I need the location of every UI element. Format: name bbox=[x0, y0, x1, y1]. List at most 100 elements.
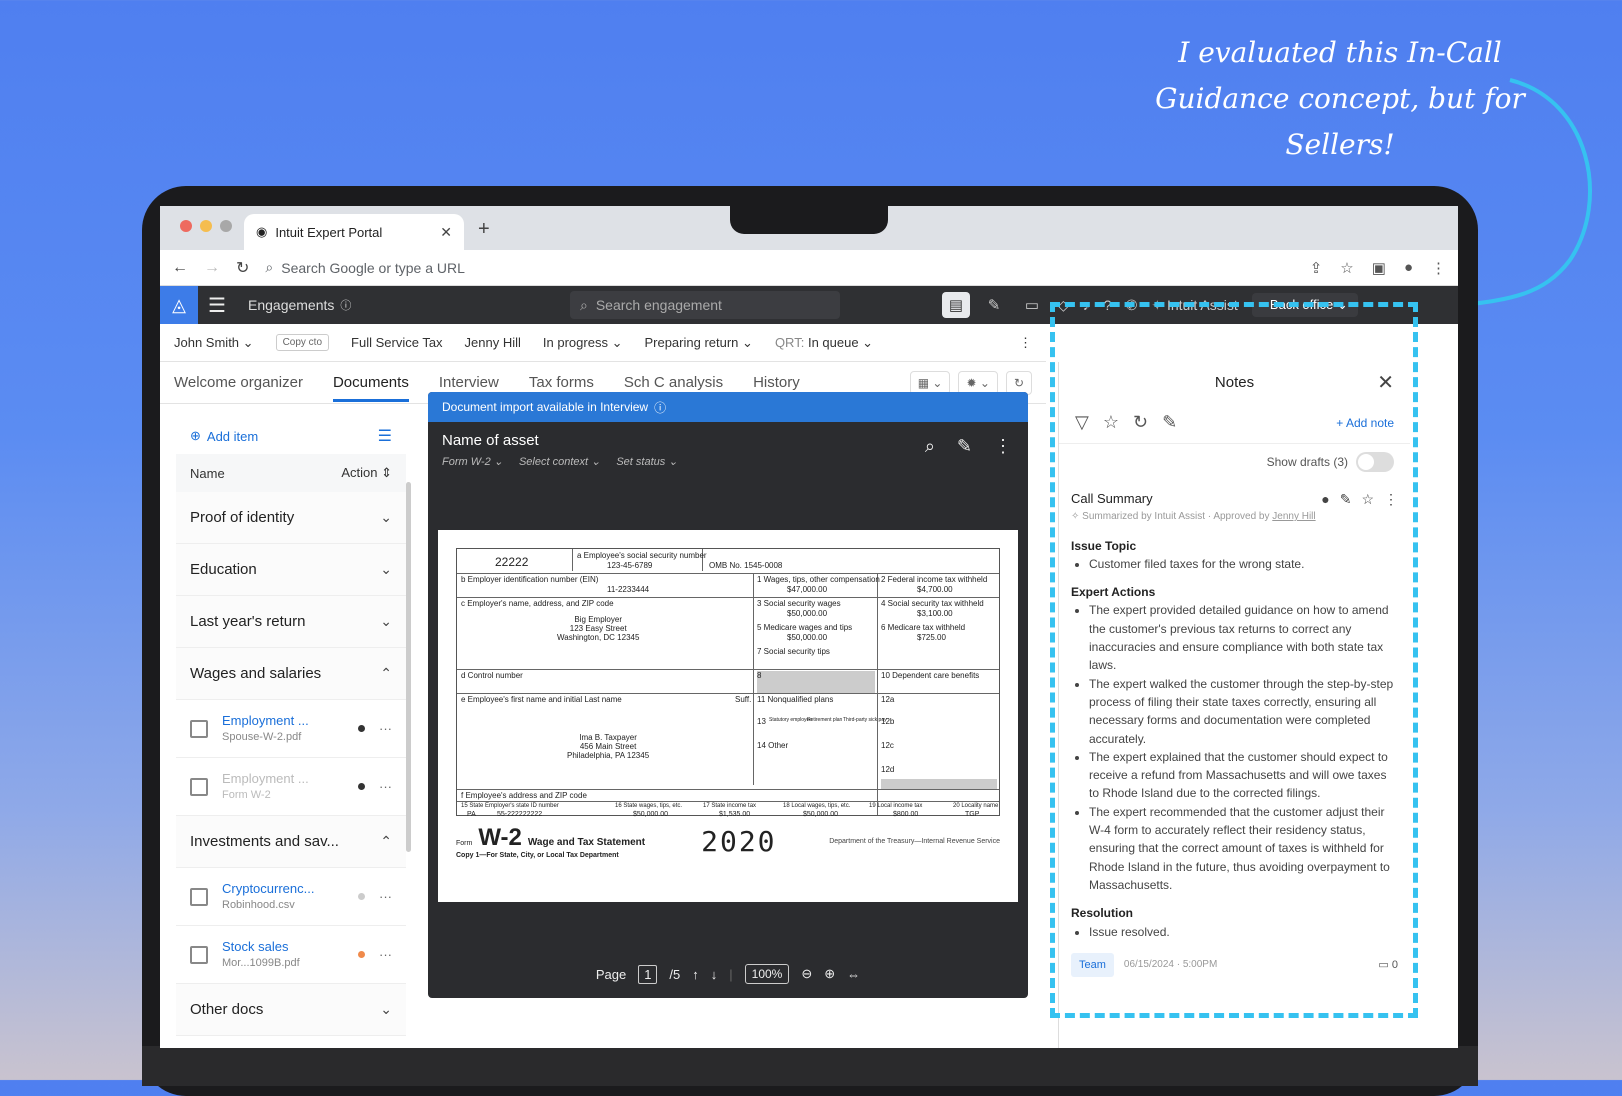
item-title[interactable]: Cryptocurrenc... bbox=[222, 880, 344, 897]
help-icon[interactable]: ⓘ bbox=[654, 399, 666, 416]
grid-view-icon[interactable]: ▦ ⌄ bbox=[909, 370, 951, 395]
search-icon[interactable]: ⌕ bbox=[925, 436, 935, 457]
section-proof-of-identity[interactable]: Proof of identity ⌄ bbox=[176, 492, 406, 544]
tab-welcome-organizer[interactable]: Welcome organizer bbox=[174, 374, 303, 391]
approver-link[interactable]: Jenny Hill bbox=[1272, 511, 1315, 522]
tab-documents[interactable]: Documents bbox=[332, 374, 409, 402]
menu-icon[interactable]: ☰ bbox=[198, 293, 236, 318]
item-checkbox[interactable] bbox=[190, 777, 208, 796]
edit-form-icon[interactable]: ✎ bbox=[957, 436, 972, 457]
client-name-dropdown[interactable]: John Smith ⌄ bbox=[174, 335, 254, 351]
window-controls[interactable] bbox=[180, 220, 232, 232]
add-item-button[interactable]: ⊕ Add item ☰ bbox=[176, 418, 406, 454]
list-item[interactable]: Cryptocurrenc... Robinhood.csv ··· bbox=[176, 868, 406, 926]
search-engagement-input[interactable]: ⌕ Search engagement bbox=[570, 291, 840, 319]
chat-icon[interactable]: ▭ bbox=[1018, 292, 1046, 318]
back-icon[interactable]: ← bbox=[172, 259, 188, 277]
star-icon[interactable]: ☆ bbox=[1361, 490, 1374, 508]
refresh-icon[interactable]: ↻ bbox=[1005, 370, 1032, 395]
profile-icon[interactable]: ● bbox=[1404, 259, 1413, 277]
status-dropdown[interactable]: Set status ⌄ bbox=[616, 455, 677, 468]
star-icon[interactable]: ☆ bbox=[1103, 412, 1119, 433]
minimize-window-icon[interactable] bbox=[200, 220, 212, 232]
sync-icon[interactable]: ↻ bbox=[1133, 412, 1148, 433]
sort-list-icon[interactable]: ☰ bbox=[378, 426, 392, 446]
prev-page-icon[interactable]: ↑ bbox=[692, 967, 699, 982]
browser-menu-icon[interactable]: ⋮ bbox=[1431, 259, 1446, 277]
intuit-assist-button[interactable]: ✧ Intuit Assist bbox=[1151, 297, 1237, 314]
section-last-years-return[interactable]: Last year's return ⌄ bbox=[176, 596, 406, 648]
close-tab-icon[interactable]: ✕ bbox=[440, 224, 452, 241]
bookmark-star-icon[interactable]: ☆ bbox=[1340, 259, 1353, 277]
share-icon[interactable]: ⇪ bbox=[1310, 259, 1323, 277]
help-icon[interactable]: ? bbox=[1104, 297, 1112, 313]
phone-icon[interactable]: ✆ bbox=[1126, 297, 1138, 314]
edit-icon[interactable]: ✎ bbox=[1340, 490, 1352, 508]
filter-icon[interactable]: ▽ bbox=[1075, 412, 1089, 433]
more-options-icon[interactable]: ··· bbox=[379, 947, 392, 962]
next-page-icon[interactable]: ↓ bbox=[711, 967, 718, 982]
item-title[interactable]: Stock sales bbox=[222, 938, 344, 955]
forward-icon[interactable]: → bbox=[204, 259, 220, 277]
back-office-dropdown[interactable]: • Back office ⌄ bbox=[1251, 293, 1358, 317]
app-logo-icon[interactable]: ◬ bbox=[160, 286, 198, 324]
tab-sch-c-analysis[interactable]: Sch C analysis bbox=[624, 374, 723, 391]
item-title[interactable]: Employment ... bbox=[222, 770, 344, 787]
context-dropdown[interactable]: Select context ⌄ bbox=[519, 455, 600, 468]
close-window-icon[interactable] bbox=[180, 220, 192, 232]
section-investments[interactable]: Investments and sav... ⌃ bbox=[176, 816, 406, 868]
list-item[interactable]: Employment ... Spouse-W-2.pdf ··· bbox=[176, 700, 406, 758]
item-title[interactable]: Employment ... bbox=[222, 712, 344, 729]
import-banner[interactable]: Document import available in Interview ⓘ bbox=[428, 392, 1028, 422]
item-checkbox[interactable] bbox=[190, 945, 208, 964]
add-note-button[interactable]: + Add note bbox=[1336, 416, 1394, 430]
team-tag[interactable]: Team bbox=[1071, 952, 1114, 978]
form-type-dropdown[interactable]: Form W-2 ⌄ bbox=[442, 455, 503, 468]
bell-icon[interactable]: ♪ bbox=[1083, 297, 1090, 313]
chevron-up-icon: ⌃ bbox=[380, 665, 392, 681]
section-wages-and-salaries[interactable]: Wages and salaries ⌃ bbox=[176, 648, 406, 700]
notes-toggle-icon[interactable]: ▤ bbox=[942, 292, 970, 318]
tab-interview[interactable]: Interview bbox=[439, 374, 499, 391]
sidebar-icon[interactable]: ▣ bbox=[1372, 259, 1386, 277]
pin-icon[interactable]: ✎ bbox=[1162, 412, 1177, 433]
show-drafts-toggle[interactable] bbox=[1356, 452, 1394, 472]
more-options-icon[interactable]: ⋮ bbox=[1019, 335, 1032, 351]
edit-doc-icon[interactable]: ✎ bbox=[980, 292, 1008, 318]
page-number-input[interactable]: 1 bbox=[638, 964, 658, 984]
reload-icon[interactable]: ↻ bbox=[236, 258, 249, 278]
item-checkbox[interactable] bbox=[190, 887, 208, 906]
more-options-icon[interactable]: ··· bbox=[379, 889, 392, 904]
section-other-docs[interactable]: Other docs ⌄ bbox=[176, 984, 406, 1036]
approved-badge-icon: ● bbox=[1321, 491, 1330, 507]
section-education[interactable]: Education ⌄ bbox=[176, 544, 406, 596]
zoom-in-icon[interactable]: ⊕ bbox=[824, 966, 835, 982]
stage-dropdown[interactable]: Preparing return ⌄ bbox=[644, 335, 752, 351]
qrt-dropdown[interactable]: QRT: In queue ⌄ bbox=[775, 335, 873, 351]
browser-tab[interactable]: ◉ Intuit Expert Portal ✕ bbox=[244, 214, 464, 250]
comments-button[interactable]: ▭ 0 bbox=[1378, 956, 1398, 974]
list-item[interactable]: Employment ... Form W-2 ··· bbox=[176, 758, 406, 816]
more-options-icon[interactable]: ··· bbox=[379, 779, 392, 794]
list-item[interactable]: Stock sales Mor...1099B.pdf ··· bbox=[176, 926, 406, 984]
tab-tax-forms[interactable]: Tax forms bbox=[529, 374, 594, 391]
zoom-level[interactable]: 100% bbox=[744, 964, 790, 984]
close-icon[interactable]: ✕ bbox=[1377, 370, 1394, 395]
list-scrollbar[interactable] bbox=[406, 482, 411, 852]
copy-button[interactable]: Copy cto bbox=[275, 334, 330, 351]
more-options-icon[interactable]: ⋮ bbox=[994, 436, 1012, 457]
settings-icon[interactable]: ✹ ⌄ bbox=[958, 370, 998, 395]
new-tab-icon[interactable]: + bbox=[478, 218, 490, 241]
url-input[interactable]: ⌕ Search Google or type a URL bbox=[265, 259, 1293, 276]
maximize-window-icon[interactable] bbox=[220, 220, 232, 232]
tab-history[interactable]: History bbox=[753, 374, 800, 391]
column-action[interactable]: Action ⇕ bbox=[341, 465, 392, 481]
status-dropdown[interactable]: In progress ⌄ bbox=[543, 335, 623, 351]
tag-icon[interactable]: ◇ bbox=[1058, 297, 1069, 314]
fit-width-icon[interactable]: ⇔ bbox=[847, 967, 860, 982]
zoom-out-icon[interactable]: ⊖ bbox=[801, 966, 812, 982]
item-checkbox[interactable] bbox=[190, 719, 208, 738]
more-options-icon[interactable]: ··· bbox=[379, 721, 392, 736]
engagements-nav[interactable]: Engagements ⓘ bbox=[248, 297, 351, 313]
more-options-icon[interactable]: ⋮ bbox=[1384, 490, 1398, 508]
